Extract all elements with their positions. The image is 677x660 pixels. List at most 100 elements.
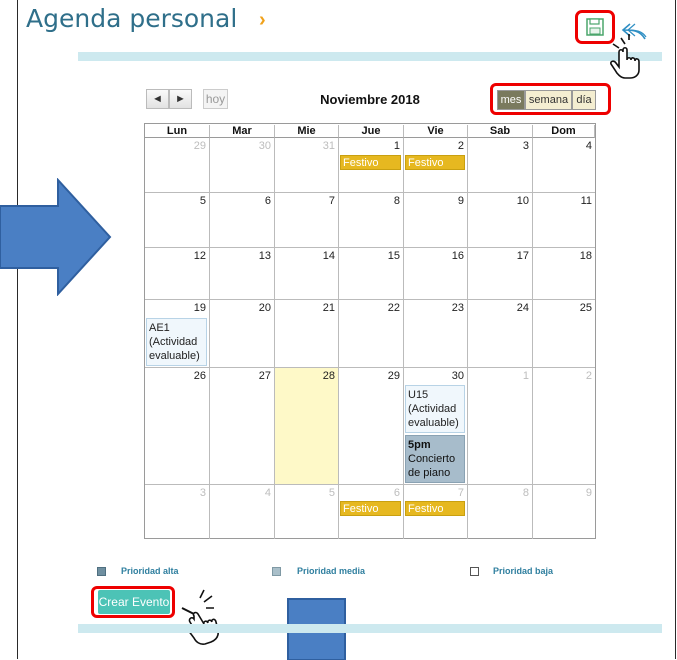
day-number: 27 [258,370,271,382]
day-number: 9 [585,487,592,499]
day-number: 30 [451,370,464,382]
day-cell[interactable]: 18 [533,248,595,300]
hand-pointer-icon [181,589,219,645]
event-time: 5pm [408,439,431,451]
day-cell[interactable]: 23 [404,300,468,368]
event-festivo[interactable]: Festivo [340,155,401,170]
day-number: 23 [451,302,464,314]
day-cell[interactable]: 13 [210,248,275,300]
day-number: 8 [393,195,400,207]
day-number: 7 [328,195,335,207]
day-cell[interactable]: 6 [210,193,275,248]
priority-low-swatch [470,567,479,576]
day-cell[interactable]: 16 [404,248,468,300]
day-number: 1 [393,140,400,152]
day-number: 30 [258,140,271,152]
day-cell[interactable]: 12 [145,248,210,300]
day-number: 6 [264,195,271,207]
day-cell[interactable]: 28 [275,368,339,485]
day-cell[interactable]: 5 [275,485,339,539]
day-cell[interactable]: 7 [275,193,339,248]
day-number: 26 [193,370,206,382]
header-divider [78,52,662,61]
day-number: 10 [516,195,529,207]
next-month-button[interactable]: ► [169,89,192,109]
day-cell[interactable]: 30 [210,138,275,193]
day-cell[interactable]: 9 [533,485,595,539]
day-cell[interactable]: 26 [145,368,210,485]
day-cell[interactable]: 2 [533,368,595,485]
day-cell[interactable]: 29 [339,368,404,485]
day-cell[interactable]: 22 [339,300,404,368]
day-cell[interactable]: 8 [339,193,404,248]
view-month-button[interactable]: mes [497,90,525,110]
day-cell[interactable]: 31 [275,138,339,193]
event-festivo[interactable]: Festivo [405,155,465,170]
day-cell[interactable]: 4 [210,485,275,539]
day-number: 17 [516,250,529,262]
event-festivo[interactable]: Festivo [405,501,465,516]
day-cell[interactable]: 14 [275,248,339,300]
day-number: 31 [322,140,335,152]
day-number: 11 [580,195,592,207]
day-cell[interactable]: 8 [468,485,533,539]
event-festivo[interactable]: Festivo [340,501,401,516]
day-number: 5 [199,195,206,207]
day-cell[interactable]: 9 [404,193,468,248]
day-number: 13 [258,250,271,262]
weekday-header: Mar [210,125,275,138]
day-cell[interactable]: 4 [533,138,595,193]
day-number: 14 [322,250,335,262]
month-grid: Lun Mar Mie Jue Vie Sab Dom 29 30 31 1 2 3 4 5 6 7 8 9 10 11… [144,123,596,539]
day-cell[interactable]: 27 [210,368,275,485]
view-day-button[interactable]: día [572,90,596,110]
priority-high-label: Prioridad alta [121,566,179,576]
priority-low-label: Prioridad baja [493,566,554,576]
view-week-button[interactable]: semana [525,90,572,110]
weekday-header: Dom [533,125,595,138]
day-number: 29 [193,140,206,152]
footer-divider [78,624,662,633]
event-concierto[interactable]: 5pm Concierto de piano [405,435,465,483]
day-number: 4 [585,140,592,152]
day-number: 5 [328,487,335,499]
day-cell[interactable]: 3 [468,138,533,193]
month-title: Noviembre 2018 [320,92,420,107]
day-number: 2 [457,140,464,152]
day-number: 18 [579,250,592,262]
arrow-right-icon [0,178,112,296]
day-number: 12 [193,250,206,262]
day-cell[interactable]: 10 [468,193,533,248]
weekday-header: Sab [468,125,533,138]
event-ae1[interactable]: AE1 (Actividad evaluable) [146,318,207,366]
day-number: 2 [585,370,592,382]
day-cell[interactable]: 3 [145,485,210,539]
weekday-header: Jue [339,125,404,138]
day-cell[interactable]: 11 [533,193,595,248]
prev-month-button[interactable]: ◄ [146,89,169,109]
day-cell[interactable]: 15 [339,248,404,300]
day-cell[interactable]: 5 [145,193,210,248]
day-cell[interactable]: 20 [210,300,275,368]
day-cell[interactable]: 25 [533,300,595,368]
day-cell[interactable]: 24 [468,300,533,368]
event-u15[interactable]: U15 (Actividad evaluable) [405,385,465,433]
day-number: 9 [457,195,464,207]
day-cell[interactable]: 21 [275,300,339,368]
priority-medium-label: Prioridad media [297,566,366,576]
page-title: Agenda personal [26,4,238,33]
day-number: 4 [264,487,271,499]
day-number: 25 [579,302,592,314]
day-cell[interactable]: 29 [145,138,210,193]
day-number: 29 [387,370,400,382]
priority-medium-swatch [272,567,281,576]
today-button[interactable]: hoy [203,89,228,109]
day-number: 15 [387,250,400,262]
day-number: 3 [199,487,206,499]
day-cell[interactable]: 17 [468,248,533,300]
day-number: 7 [457,487,464,499]
day-cell[interactable]: 1 [468,368,533,485]
create-event-button[interactable]: Crear Evento [98,590,170,614]
day-number: 24 [516,302,529,314]
event-title: Concierto de piano [408,453,456,479]
